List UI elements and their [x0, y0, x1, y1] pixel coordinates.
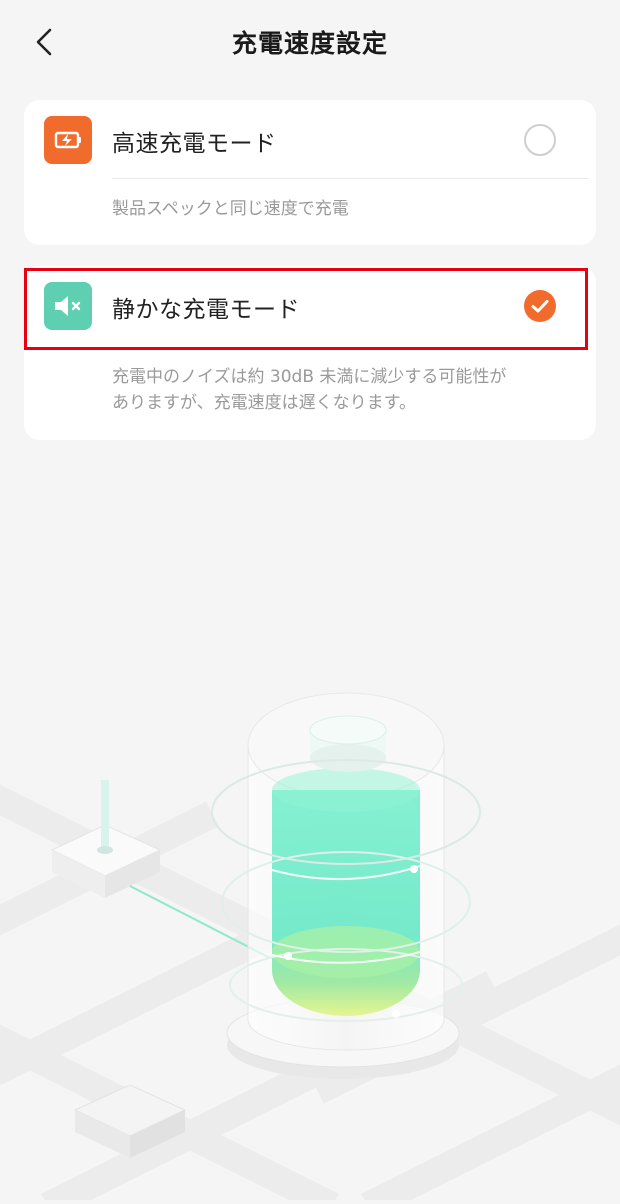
- divider: [112, 178, 588, 179]
- top-bar: 充電速度設定: [0, 0, 620, 84]
- battery-bolt-icon: [44, 116, 92, 164]
- fast-charge-mode-row[interactable]: 高速充電モード: [24, 100, 596, 180]
- quiet-charge-description-line1: 充電中のノイズは約 30dB 未満に減少する可能性が: [112, 367, 507, 387]
- selection-highlight-box: [24, 268, 588, 350]
- fast-charge-description: 製品スペックと同じ速度で充電: [112, 199, 349, 219]
- fast-charge-radio[interactable]: [524, 124, 556, 156]
- quiet-charge-description-line2: ありますが、充電速度は遅くなります。: [112, 393, 416, 413]
- fast-charge-mode-card[interactable]: 高速充電モード 製品スペックと同じ速度で充電: [24, 100, 596, 245]
- battery-illustration: [0, 640, 620, 1204]
- page-title: 充電速度設定: [231, 29, 388, 58]
- fast-charge-mode-label: 高速充電モード: [112, 131, 277, 157]
- quiet-charge-description: 充電中のノイズは約 30dB 未満に減少する可能性が ありますが、充電速度は遅く…: [112, 364, 572, 416]
